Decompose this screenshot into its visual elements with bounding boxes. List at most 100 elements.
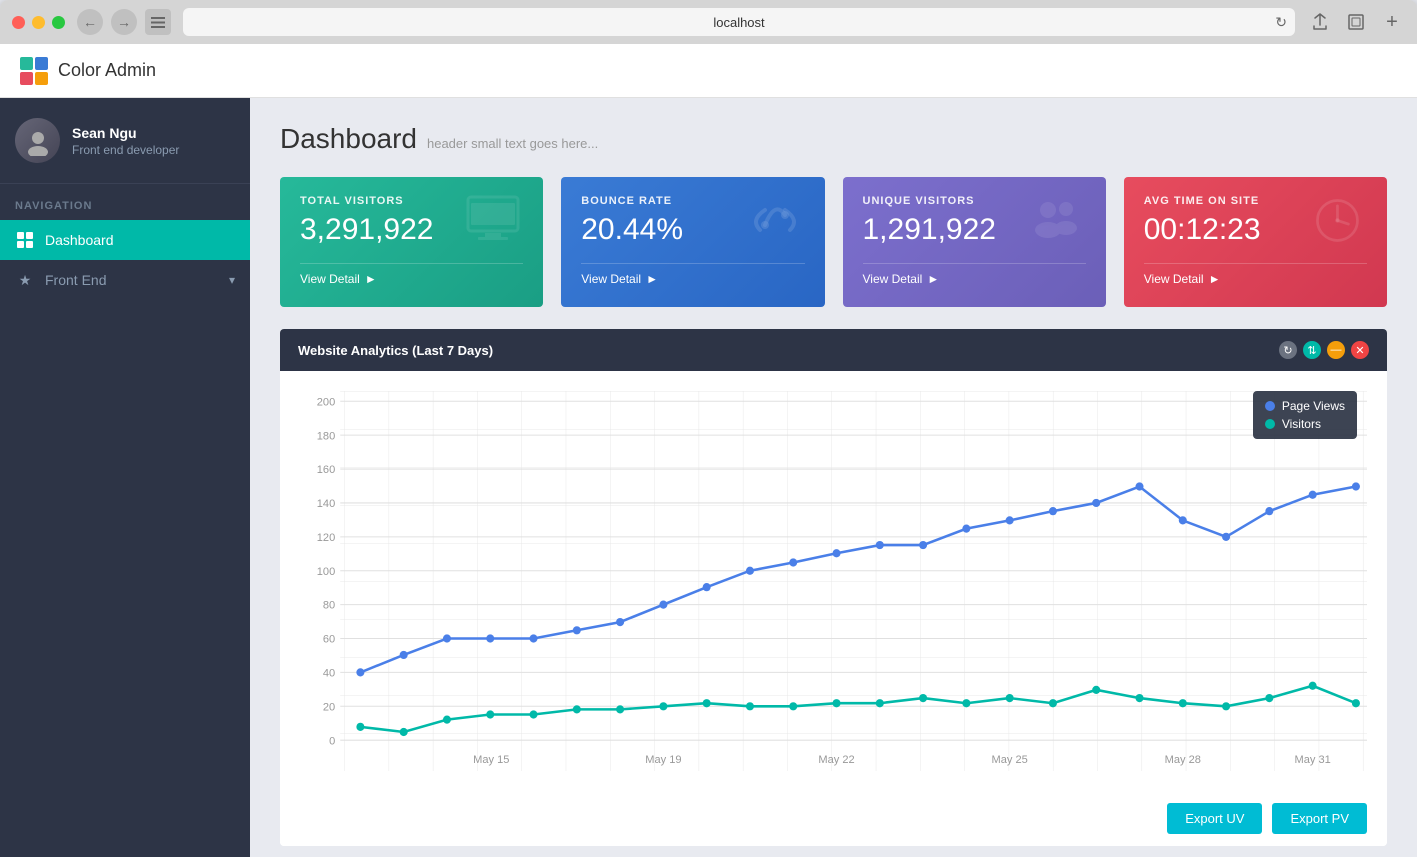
users-icon [1026, 195, 1086, 258]
v-dot-6 [573, 705, 581, 713]
browser-share-button[interactable] [1307, 9, 1333, 35]
v-dot-3 [443, 716, 451, 724]
legend-dot-page-views [1265, 401, 1275, 411]
pv-dot-22 [1265, 507, 1273, 515]
svg-text:160: 160 [317, 464, 335, 476]
chart-svg-wrapper: 0 20 40 60 80 100 120 140 160 180 200 [300, 391, 1367, 771]
app-header: Color Admin [0, 44, 1417, 98]
browser-back-button[interactable]: ← [77, 9, 103, 35]
stat-card-footer-bounce-rate[interactable]: View Detail ► [581, 263, 804, 294]
pv-dot-23 [1309, 491, 1317, 499]
pv-dot-15 [962, 525, 970, 533]
legend-page-views: Page Views [1265, 399, 1345, 413]
chart-footer: Export UV Export PV [280, 791, 1387, 846]
browser-address-bar[interactable]: localhost ↻ [183, 8, 1295, 36]
sidebar-user-name: Sean Ngu [72, 125, 235, 141]
v-dot-1 [356, 723, 364, 731]
browser-url: localhost [713, 15, 764, 30]
export-pv-button[interactable]: Export PV [1272, 803, 1367, 834]
clock-icon [1307, 195, 1367, 258]
export-uv-button[interactable]: Export UV [1167, 803, 1262, 834]
svg-text:180: 180 [317, 430, 335, 442]
stat-card-footer-avg-time[interactable]: View Detail ► [1144, 263, 1367, 294]
pv-dot-10 [746, 567, 754, 575]
svg-text:200: 200 [317, 396, 335, 408]
analytics-chart-svg: 0 20 40 60 80 100 120 140 160 180 200 [300, 391, 1367, 771]
sidebar-item-frontend[interactable]: ★ Front End ▾ [0, 260, 250, 300]
v-dot-22 [1265, 694, 1273, 702]
chart-refresh-button[interactable]: ↻ [1279, 341, 1297, 359]
v-dot-14 [919, 694, 927, 702]
svg-text:120: 120 [317, 532, 335, 544]
main-content: Dashboard header small text goes here...… [250, 98, 1417, 857]
chevron-down-icon: ▾ [229, 273, 235, 287]
browser-forward-button[interactable]: → [111, 9, 137, 35]
browser-action-buttons: + [1307, 9, 1405, 35]
sidebar-user-info: Sean Ngu Front end developer [72, 125, 235, 157]
pv-dot-19 [1135, 482, 1143, 490]
legend-label-visitors: Visitors [1282, 417, 1321, 431]
pv-dot-14 [919, 541, 927, 549]
svg-text:80: 80 [323, 600, 335, 612]
svg-text:May 15: May 15 [473, 754, 509, 766]
sidebar-user-profile: Sean Ngu Front end developer [0, 98, 250, 184]
arrow-right-icon-unique: ► [927, 272, 939, 286]
sidebar-user-role: Front end developer [72, 143, 235, 157]
chart-action-buttons: ↻ ⇅ — ✕ [1279, 341, 1369, 359]
view-detail-label-unique: View Detail [863, 272, 923, 286]
pv-dot-6 [573, 626, 581, 634]
v-dot-9 [703, 699, 711, 707]
minimize-window-button[interactable] [32, 16, 45, 29]
stat-card-footer-unique[interactable]: View Detail ► [863, 263, 1086, 294]
svg-text:100: 100 [317, 566, 335, 578]
pv-dot-3 [443, 634, 451, 642]
sidebar-item-dashboard[interactable]: Dashboard [0, 220, 250, 260]
pv-dot-8 [659, 601, 667, 609]
stat-card-footer-total-visitors[interactable]: View Detail ► [300, 263, 523, 294]
chart-title: Website Analytics (Last 7 Days) [298, 343, 493, 358]
stat-card-bounce-rate: BOUNCE RATE 20.44% View Detail ► [561, 177, 824, 307]
v-dot-24 [1352, 699, 1360, 707]
chart-minimize-button[interactable]: — [1327, 341, 1345, 359]
svg-text:May 28: May 28 [1165, 754, 1201, 766]
sidebar-item-label-frontend: Front End [45, 272, 106, 288]
avatar [15, 118, 60, 163]
pv-dot-16 [1006, 516, 1014, 524]
arrow-right-icon: ► [365, 272, 377, 286]
chart-close-button[interactable]: ✕ [1351, 341, 1369, 359]
browser-refresh-button[interactable]: ↻ [1275, 14, 1287, 31]
stat-card-total-visitors: TOTAL VISITORS 3,291,922 View Detail ► [280, 177, 543, 307]
browser-fullscreen-button[interactable] [1343, 9, 1369, 35]
chart-card-header: Website Analytics (Last 7 Days) ↻ ⇅ — ✕ [280, 329, 1387, 371]
pv-dot-9 [703, 583, 711, 591]
v-dot-4 [486, 710, 494, 718]
pv-dot-2 [400, 651, 408, 659]
v-dot-19 [1135, 694, 1143, 702]
stat-card-avg-time: AVG TIME ON SITE 00:12:23 View Detail ► [1124, 177, 1387, 307]
page-title: Dashboard [280, 123, 417, 155]
pv-dot-20 [1179, 516, 1187, 524]
v-dot-21 [1222, 702, 1230, 710]
browser-titlebar: ← → localhost ↻ [0, 0, 1417, 44]
close-window-button[interactable] [12, 16, 25, 29]
chart-expand-button[interactable]: ⇅ [1303, 341, 1321, 359]
v-dot-13 [876, 699, 884, 707]
link-icon [745, 195, 805, 258]
v-dot-20 [1179, 699, 1187, 707]
chart-legend: Page Views Visitors [1253, 391, 1357, 439]
arrow-right-icon-bounce: ► [646, 272, 658, 286]
sidebar-nav-label: Navigation [0, 184, 250, 220]
svg-text:20: 20 [323, 701, 335, 713]
stat-card-unique-visitors: UNIQUE VISITORS 1,291,922 View Detail ► [843, 177, 1106, 307]
svg-text:May 19: May 19 [645, 754, 681, 766]
browser-add-tab-button[interactable]: + [1379, 9, 1405, 35]
app-body: Sean Ngu Front end developer Navigation … [0, 98, 1417, 857]
svg-text:140: 140 [317, 498, 335, 510]
pv-dot-21 [1222, 533, 1230, 541]
legend-visitors: Visitors [1265, 417, 1345, 431]
monitor-icon [463, 195, 523, 258]
maximize-window-button[interactable] [52, 16, 65, 29]
pv-dot-7 [616, 618, 624, 626]
browser-sidebar-button[interactable] [145, 9, 171, 35]
view-detail-label-bounce: View Detail [581, 272, 641, 286]
